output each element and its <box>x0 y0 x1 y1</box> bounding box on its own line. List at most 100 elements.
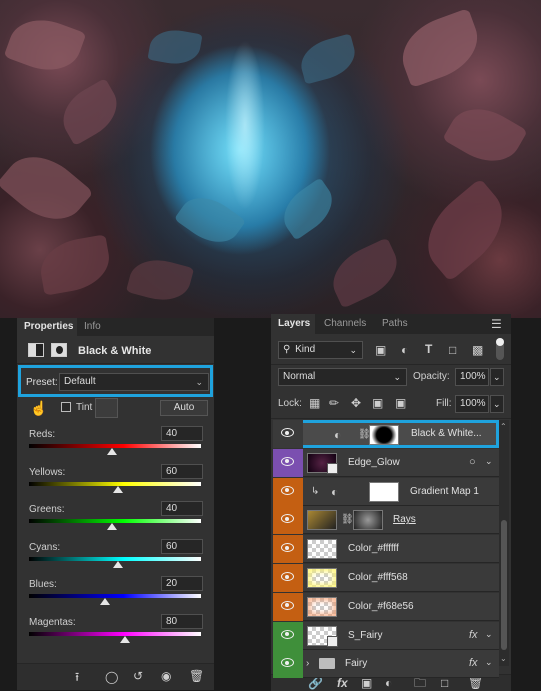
slider-value-field-5[interactable]: 80 <box>161 613 203 629</box>
visibility-eye-icon[interactable] <box>281 428 294 437</box>
slider-value-field-0[interactable]: 40 <box>161 426 203 441</box>
slider-value-field-1[interactable]: 60 <box>161 463 203 479</box>
layer-row[interactable]: S_Fairy fx ⌄ <box>273 621 499 650</box>
lock-artboard-icon[interactable]: ▣ <box>372 397 383 409</box>
visibility-eye-icon[interactable] <box>281 456 294 466</box>
slider-thumb-3[interactable] <box>113 560 124 568</box>
visibility-eye-icon[interactable] <box>281 629 294 639</box>
clip-to-layer-icon[interactable]: ⭱ <box>75 671 79 683</box>
layer-name[interactable]: Color_#f68e56 <box>348 601 414 612</box>
filter-type-icon[interactable]: T <box>425 343 432 355</box>
layer-name[interactable]: Fairy <box>345 658 367 669</box>
filter-smart-object-icon[interactable]: ▩ <box>472 344 483 356</box>
auto-button[interactable]: Auto <box>160 400 208 416</box>
link-layers-icon[interactable]: 🔗 <box>308 677 323 689</box>
new-layer-icon[interactable]: □ <box>441 677 448 689</box>
slider-track-4[interactable] <box>29 594 201 598</box>
slider-thumb-2[interactable] <box>106 523 117 530</box>
layer-row[interactable]: ⛓ Rays <box>273 506 499 535</box>
opacity-dropdown-button[interactable]: ⌄ <box>490 368 504 386</box>
slider-thumb-5[interactable] <box>120 635 131 643</box>
tint-color-swatch[interactable] <box>95 398 118 418</box>
layer-name[interactable]: Gradient Map 1 <box>410 486 479 497</box>
new-adjustment-layer-icon[interactable]: ◐ <box>385 677 392 689</box>
visibility-eye-icon[interactable] <box>281 600 294 610</box>
trash-icon[interactable]: 🗑 <box>189 670 204 682</box>
layer-row[interactable]: › Fairy fx ⌄ <box>273 650 499 679</box>
visibility-eye-icon[interactable] <box>281 543 294 553</box>
lock-transparent-pixels-icon[interactable]: ▦ <box>309 397 320 409</box>
layer-fx-icon[interactable]: ○ <box>469 456 476 468</box>
chevron-down-icon[interactable]: ⌄ <box>485 656 493 668</box>
filter-adjustment-icon[interactable]: ◐ <box>401 344 408 356</box>
document-canvas[interactable] <box>0 0 541 318</box>
reset-icon[interactable]: ↺ <box>133 670 143 682</box>
tab-info[interactable]: Info <box>77 318 113 336</box>
tint-checkbox[interactable] <box>61 402 71 412</box>
tab-paths[interactable]: Paths <box>375 314 415 334</box>
visibility-eye-icon[interactable] <box>281 514 294 524</box>
layer-mask-thumbnail[interactable] <box>353 510 383 531</box>
visibility-eye-icon[interactable] <box>281 485 294 495</box>
scrollbar-up-arrow[interactable]: ⌃ <box>500 422 507 431</box>
slider-value-field-3[interactable]: 60 <box>161 538 203 554</box>
tab-layers[interactable]: Layers <box>271 314 315 334</box>
panel-menu-icon[interactable]: ☰ <box>491 318 502 330</box>
mask-icon[interactable] <box>51 343 67 357</box>
slider-value-field-2[interactable]: 40 <box>161 501 203 516</box>
slider-thumb-4[interactable] <box>99 598 110 605</box>
fill-dropdown-button[interactable]: ⌄ <box>490 395 504 413</box>
scrollbar-thumb[interactable] <box>501 520 507 650</box>
preset-dropdown[interactable]: Default ⌄ <box>59 373 209 391</box>
layer-row[interactable]: ◐ ⛓ Black & White... <box>273 420 499 448</box>
lock-all-icon[interactable]: ▣ <box>395 397 406 409</box>
layer-row[interactable]: Color_#ffffff <box>273 535 499 564</box>
new-group-icon[interactable]: 🗀 <box>414 677 426 689</box>
blend-mode-dropdown[interactable]: Normal ⌄ <box>278 368 407 386</box>
layer-style-fx-icon[interactable]: fx <box>337 677 348 689</box>
scrollbar-down-arrow[interactable]: ⌄ <box>500 654 507 663</box>
layer-mask-thumbnail[interactable] <box>369 481 399 502</box>
layer-fx-icon[interactable]: fx <box>469 657 478 669</box>
view-previous-state-icon[interactable]: ◯ <box>105 671 118 683</box>
chevron-down-icon[interactable]: ⌄ <box>485 628 493 640</box>
trash-icon[interactable]: 🗑 <box>468 677 483 689</box>
chevron-down-icon[interactable]: ⌄ <box>485 455 493 467</box>
targeted-adjustment-hand-icon[interactable]: ☝ <box>30 401 47 415</box>
layer-thumbnail[interactable] <box>307 539 337 560</box>
layer-row[interactable]: Color_#f68e56 <box>273 592 499 621</box>
layer-thumbnail[interactable] <box>307 568 337 588</box>
visibility-eye-icon[interactable]: ◉ <box>161 670 171 682</box>
chevron-right-icon[interactable]: › <box>306 658 309 670</box>
slider-track-5[interactable] <box>29 631 201 636</box>
visibility-eye-icon[interactable] <box>281 572 294 581</box>
layer-row[interactable]: ↳ ◐ Gradient Map 1 <box>273 477 499 506</box>
add-mask-icon[interactable]: ▣ <box>361 677 372 689</box>
layer-row[interactable]: Color_#fff568 <box>273 564 499 592</box>
slider-thumb-1[interactable] <box>113 485 124 493</box>
layer-filter-dropdown[interactable]: ⚲ Kind ⌄ <box>278 341 363 359</box>
layer-name[interactable]: Black & White... <box>411 428 482 439</box>
layer-thumbnail[interactable] <box>307 596 337 617</box>
filter-toggle[interactable] <box>496 338 504 360</box>
filter-pixel-icon[interactable]: ▣ <box>375 344 386 356</box>
layer-name[interactable]: Edge_Glow <box>348 457 400 468</box>
tab-channels[interactable]: Channels <box>317 314 373 334</box>
layer-name[interactable]: Color_#ffffff <box>348 543 399 554</box>
layers-scrollbar[interactable]: ⌃ ⌄ <box>499 420 509 666</box>
slider-value-field-4[interactable]: 20 <box>161 576 203 591</box>
lock-image-pixels-icon[interactable]: ✏ <box>329 397 339 409</box>
opacity-field[interactable]: 100% <box>455 368 489 386</box>
layer-name[interactable]: Rays <box>393 514 416 525</box>
layer-thumbnail[interactable] <box>307 510 337 531</box>
layer-mask-thumbnail[interactable] <box>369 425 399 445</box>
lock-position-icon[interactable]: ✥ <box>351 397 361 409</box>
filter-shape-icon[interactable]: □ <box>449 344 456 356</box>
slider-thumb-0[interactable] <box>106 448 117 455</box>
layer-name[interactable]: Color_#fff568 <box>348 572 408 583</box>
visibility-eye-icon[interactable] <box>281 658 294 668</box>
chain-link-icon[interactable]: ⛓ <box>341 514 354 526</box>
fill-field[interactable]: 100% <box>455 395 489 413</box>
layer-name[interactable]: S_Fairy <box>348 630 382 641</box>
layer-row[interactable]: Edge_Glow ○ ⌄ <box>273 448 499 477</box>
